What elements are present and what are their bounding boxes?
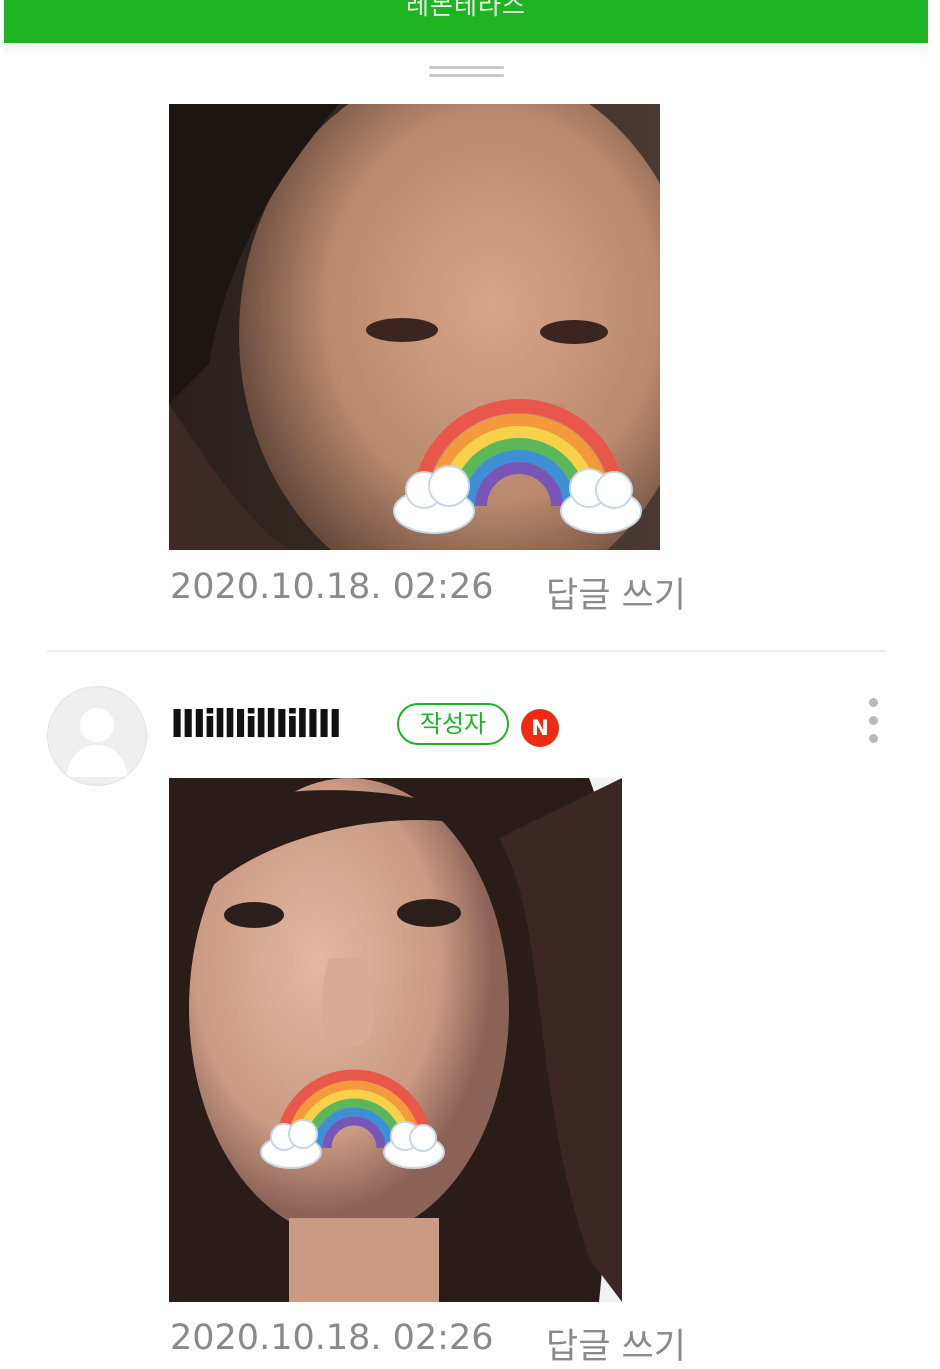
- default-profile-icon: [66, 708, 128, 777]
- comment-photo-1[interactable]: [169, 104, 660, 550]
- app-header: 레몬테라스: [4, 0, 928, 43]
- page-title: 레몬테라스: [405, 0, 526, 20]
- comment-photo-2[interactable]: [169, 778, 622, 1302]
- author-name[interactable]: IIIillIillIilIII: [170, 702, 342, 746]
- comment-timestamp: 2020.10.18. 02:26: [170, 567, 494, 607]
- avatar[interactable]: [47, 686, 147, 786]
- reply-button[interactable]: 답글 쓰기: [546, 567, 686, 618]
- selfie-image: [169, 778, 622, 1302]
- rainbow-sticker-icon: [393, 399, 642, 534]
- comment-timestamp: 2020.10.18. 02:26: [170, 1318, 494, 1358]
- comment-divider: [47, 650, 885, 652]
- writer-badge: 작성자: [397, 703, 509, 745]
- reply-button[interactable]: 답글 쓰기: [546, 1318, 686, 1369]
- new-badge: N: [521, 709, 559, 747]
- drag-handle[interactable]: [429, 66, 504, 80]
- rainbow-sticker-icon: [260, 1069, 445, 1169]
- more-vertical-icon[interactable]: [862, 698, 886, 748]
